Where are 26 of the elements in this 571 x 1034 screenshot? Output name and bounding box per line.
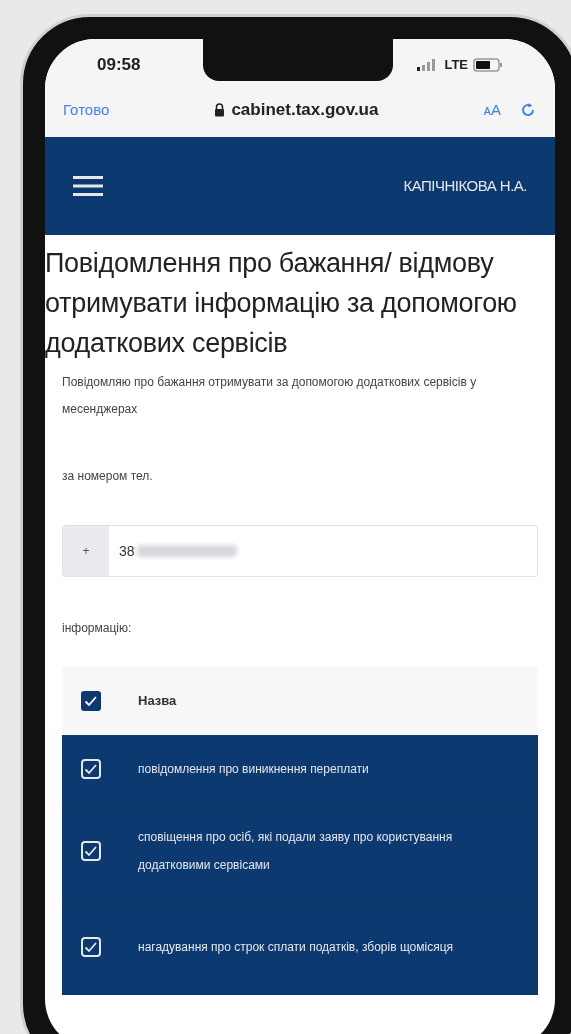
table-row[interactable]: нагадування про строк сплати податків, зборів щомісяця: [62, 899, 538, 995]
row-label: повідомлення про виникнення переплати: [138, 760, 369, 778]
network-label: LTE: [444, 56, 468, 75]
checkbox[interactable]: [81, 840, 101, 861]
phone-field[interactable]: + 38: [62, 525, 538, 577]
checkbox[interactable]: [81, 691, 101, 711]
lock-icon: [214, 103, 226, 117]
checkbox[interactable]: [81, 936, 101, 957]
phone-value: 38: [119, 541, 135, 561]
reload-icon[interactable]: [519, 101, 537, 119]
intro-text: Повідомляю про бажання отримувати за допомогою додаткових сервісів у месенджерах: [62, 374, 478, 418]
status-time: 09:58: [97, 54, 141, 77]
battery-icon: [473, 58, 503, 72]
page-title: Повідомлення про бажання/ відмову отримувати інформацію за допомогою додаткових сервісів: [45, 247, 518, 360]
phone-prefix: +: [63, 526, 109, 576]
checkbox[interactable]: [81, 758, 101, 779]
user-name[interactable]: КАПІЧНІКОВА Н.А.: [403, 174, 527, 198]
menu-icon[interactable]: [73, 175, 103, 197]
table-row[interactable]: сповіщення про осіб, які подали заяву про користування додатковими сервісами: [62, 803, 538, 899]
row-label: сповіщення про осіб, які подали заяву про користування додатковими сервісами: [138, 828, 454, 874]
column-heading: Назва: [138, 692, 177, 711]
address-text[interactable]: cabinet.tax.gov.ua: [231, 97, 379, 123]
table-row[interactable]: повідомлення про виникнення переплати: [62, 735, 538, 803]
phone-label: за номером тел.: [62, 468, 154, 485]
info-label: інформацію:: [62, 620, 133, 637]
row-label: нагадування про строк сплати податків, зборів щомісяця: [138, 938, 454, 956]
